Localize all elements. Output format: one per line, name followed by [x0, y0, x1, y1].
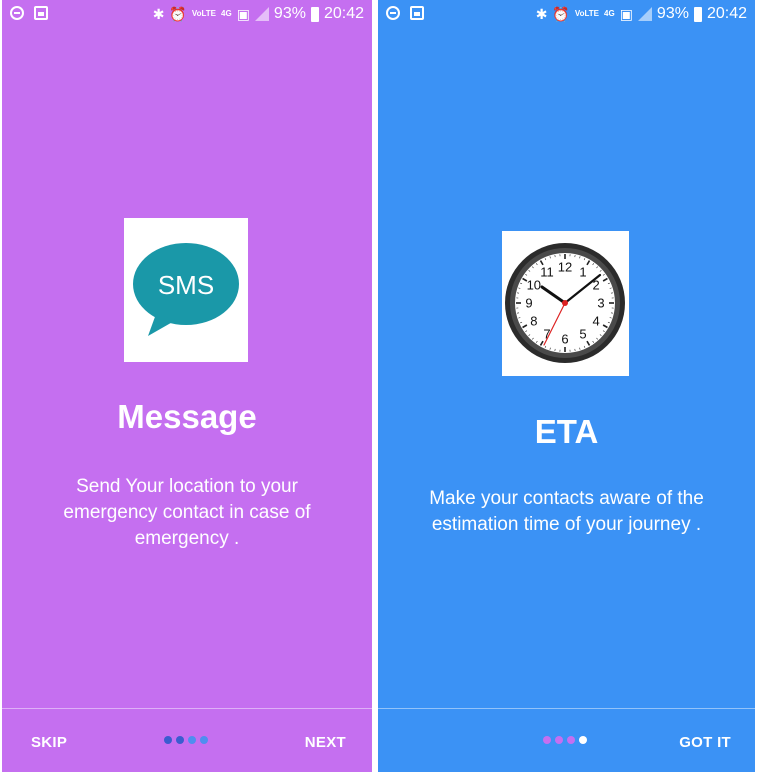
- status-bar: ✱ ⏰ VoLTE 4G ▣ 93% 20:42: [2, 0, 372, 30]
- volte-icon: VoLTE: [574, 9, 600, 18]
- slide-description: Make your contacts aware of the estimati…: [429, 488, 704, 535]
- bottom-divider: [378, 708, 755, 709]
- clock-number: 12: [558, 260, 572, 275]
- onboarding-screen-eta: ✱ ⏰ VoLTE 4G ▣ 93% 20:42 12 1 2 3 4 5 6 7 8 9 10 11…: [378, 0, 755, 772]
- clock-number: 5: [579, 327, 586, 342]
- sms-image: SMS: [124, 218, 248, 362]
- clock-number: 6: [561, 332, 568, 347]
- slide-title: Message: [117, 398, 257, 435]
- battery-icon: [310, 6, 319, 22]
- network-4g-icon: 4G: [221, 9, 232, 18]
- page-dot: [176, 736, 184, 744]
- bluetooth-icon: ✱: [535, 6, 548, 22]
- gallery-notification-icon: [410, 6, 424, 20]
- clock-icon: 12 1234567891011: [505, 243, 625, 363]
- clock-number: 10: [527, 278, 541, 293]
- gallery-notification-icon: [34, 6, 48, 20]
- page-dot: [579, 736, 587, 744]
- page-dot: [543, 736, 551, 744]
- sms-bubble-icon: SMS: [133, 243, 239, 336]
- clock-center-cap: [562, 300, 568, 306]
- sim-icon: ▣: [236, 6, 250, 22]
- alarm-icon: ⏰: [552, 6, 570, 22]
- clock-number: 1: [579, 264, 586, 279]
- clock-number: 8: [530, 314, 537, 329]
- clock-number: 3: [597, 296, 604, 311]
- sms-icon-text: SMS: [158, 270, 214, 300]
- page-indicator: [164, 736, 208, 744]
- alarm-icon: ⏰: [169, 6, 187, 22]
- do-not-disturb-icon: [386, 6, 400, 20]
- volte-icon: VoLTE: [191, 9, 217, 18]
- battery-icon: [693, 6, 702, 22]
- slide-description: Send Your location to your emergency con…: [63, 476, 311, 549]
- signal-icon: [637, 7, 652, 21]
- network-4g-icon: 4G: [604, 9, 615, 18]
- sim-icon: ▣: [619, 6, 633, 22]
- skip-button[interactable]: SKIP: [31, 734, 67, 751]
- next-button[interactable]: NEXT: [305, 734, 346, 751]
- got-it-button[interactable]: GOT IT: [679, 734, 731, 751]
- bottom-divider: [2, 708, 372, 709]
- battery-percent: 93%: [273, 5, 306, 22]
- page-dot: [188, 736, 196, 744]
- onboarding-screen-message: ✱ ⏰ VoLTE 4G ▣ 93% 20:42 SMS Message Sen…: [2, 0, 372, 772]
- clock-time: 20:42: [323, 5, 364, 22]
- battery-percent: 93%: [656, 5, 689, 22]
- clock-time: 20:42: [706, 5, 747, 22]
- page-dot: [555, 736, 563, 744]
- page-dot: [200, 736, 208, 744]
- clock-image: 12 1 2 3 4 5 6 7 8 9 10 11: [502, 231, 629, 376]
- page-dot: [164, 736, 172, 744]
- page-dot: [567, 736, 575, 744]
- do-not-disturb-icon: [10, 6, 24, 20]
- clock-number: 4: [593, 314, 600, 329]
- clock-number: 11: [540, 264, 554, 279]
- slide-title: ETA: [534, 413, 599, 450]
- clock-number: 9: [525, 296, 532, 311]
- page-indicator: [543, 736, 587, 744]
- signal-icon: [254, 7, 269, 21]
- bluetooth-icon: ✱: [152, 6, 165, 22]
- status-bar: ✱ ⏰ VoLTE 4G ▣ 93% 20:42: [378, 0, 755, 30]
